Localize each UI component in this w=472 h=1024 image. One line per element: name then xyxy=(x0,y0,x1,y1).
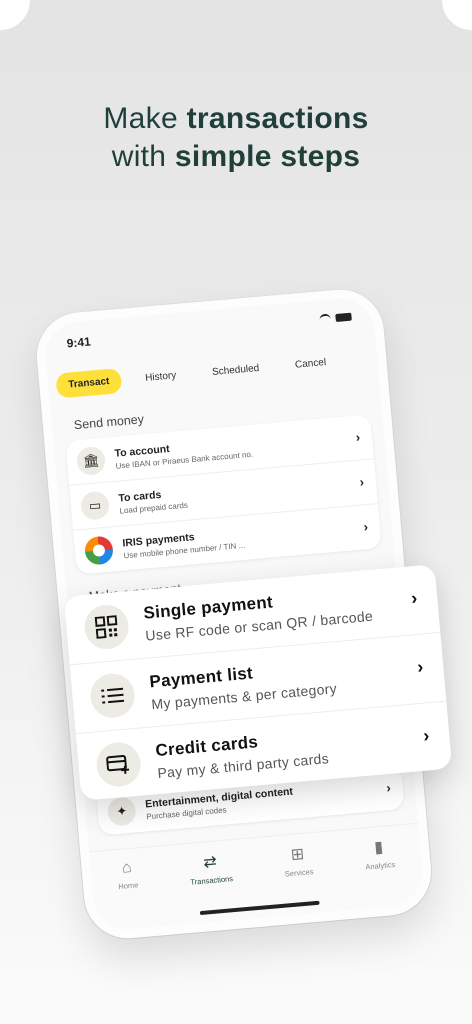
page-corner xyxy=(442,0,472,30)
make-payment-card: Single payment Use RF code or scan QR / b… xyxy=(63,564,453,801)
battery-icon xyxy=(335,312,352,323)
party-icon: ✦ xyxy=(106,796,137,827)
tab-bar: Transact History Scheduled Cancel xyxy=(55,346,378,399)
tab-transact[interactable]: Transact xyxy=(55,367,123,399)
chevron-right-icon: › xyxy=(385,780,392,796)
services-icon: ⊞ xyxy=(290,845,306,864)
iris-logo xyxy=(83,535,115,566)
list-icon xyxy=(88,671,137,720)
analytics-icon: ▮ xyxy=(373,838,384,857)
page-corner xyxy=(0,0,30,30)
tab-history[interactable]: History xyxy=(132,362,189,392)
tab-scheduled[interactable]: Scheduled xyxy=(199,355,272,386)
qr-icon xyxy=(82,603,131,651)
send-money-title: Send money xyxy=(73,412,145,433)
transfer-icon: ⇄ xyxy=(202,853,218,872)
bank-icon: 🏛 xyxy=(75,445,107,477)
add-card-icon xyxy=(94,740,143,789)
bottom-nav: ⌂ Home ⇄ Transactions ⊞ Services ▮ Analytics xyxy=(89,822,425,933)
tab-cancel[interactable]: Cancel xyxy=(282,349,339,379)
chevron-right-icon: › xyxy=(416,656,425,678)
headline: Make transactions with simple steps xyxy=(103,102,369,173)
chevron-right-icon: › xyxy=(410,587,419,609)
chevron-right-icon: › xyxy=(422,725,431,746)
nav-analytics[interactable]: ▮ Analytics xyxy=(363,836,399,908)
chevron-right-icon: › xyxy=(355,429,361,445)
status-time: 9:41 xyxy=(66,334,92,351)
nav-home[interactable]: ⌂ Home xyxy=(116,858,142,929)
home-icon: ⌂ xyxy=(121,858,133,877)
card-icon: ▭ xyxy=(79,490,111,521)
chevron-right-icon: › xyxy=(358,474,365,490)
chevron-right-icon: › xyxy=(362,519,369,535)
status-bar: 9:41 xyxy=(66,312,353,357)
wifi-icon xyxy=(319,313,332,325)
send-money-card: 🏛 To account Use IBAN or Piraeus Bank acc… xyxy=(65,414,382,575)
